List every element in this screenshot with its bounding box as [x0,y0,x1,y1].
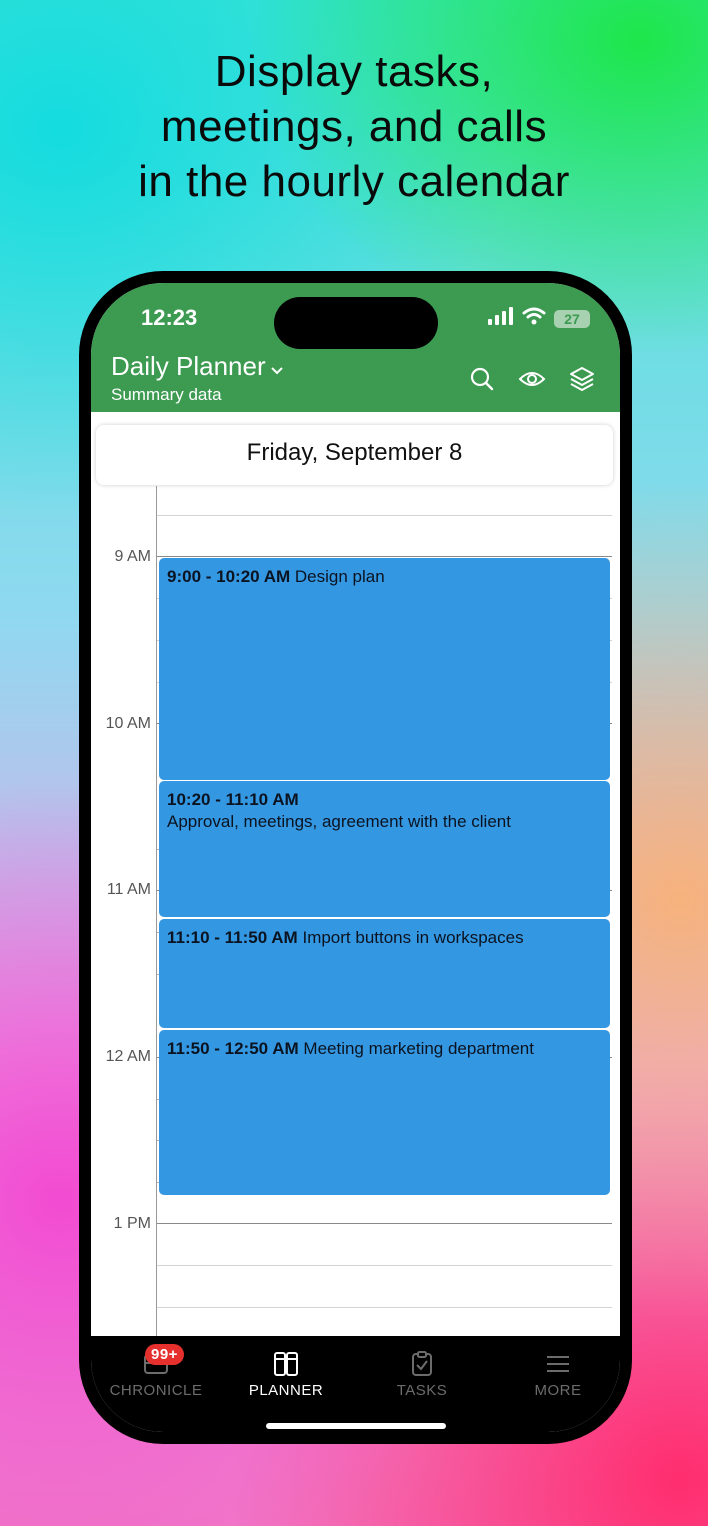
day-title: Friday, September 8 [246,439,463,466]
tab-label: CHRONICLE [109,1382,203,1399]
hour-label: 10 AM [105,715,151,732]
headline-line-2: meetings, and calls [160,102,548,151]
grid-line [157,515,612,516]
toolbar [468,365,596,393]
day-header: Friday, September 8 [96,425,613,485]
hour-label: 12 AM [105,1048,151,1065]
event-time: 11:10 - 11:50 AM [167,928,298,947]
hour-label: 1 PM [113,1215,151,1232]
eye-icon[interactable] [518,365,546,393]
cellular-signal-icon [488,307,514,330]
headline-line-1: Display tasks, [214,47,494,96]
tab-more[interactable]: MORE [493,1350,620,1399]
status-time: 12:23 [141,305,198,330]
time-axis-line [156,486,157,1336]
event-time: 9:00 - 10:20 AM [167,567,291,586]
grid-line [157,1307,612,1308]
calendar-event[interactable]: 11:10 - 11:50 AM Import buttons in works… [159,919,610,1028]
tab-label: TASKS [396,1382,448,1399]
event-title: Approval, meetings, agreement with the c… [167,812,511,831]
hour-line [157,556,612,557]
home-indicator[interactable] [266,1423,446,1429]
search-icon[interactable] [468,365,496,393]
tab-label: MORE [534,1382,582,1399]
calendar-event[interactable]: 10:20 - 11:10 AM Approval, meetings, agr… [159,781,610,917]
notification-badge: 99+ [145,1344,184,1365]
event-title: Meeting marketing department [303,1039,534,1058]
app-bar: 12:23 27 Daily Planner Summary data [91,283,620,412]
layers-icon[interactable] [568,365,596,393]
tab-label: PLANNER [248,1382,324,1399]
event-time: 11:50 - 12:50 AM [167,1039,299,1058]
headline-line-3: in the hourly calendar [138,157,570,206]
phone-frame: 12:23 27 Daily Planner Summary data Frid… [79,271,632,1444]
dynamic-island [274,297,438,349]
chevron-down-icon [270,351,284,382]
hourly-grid[interactable]: 9 AM 10 AM 11 AM 12 AM 1 PM 9:00 - 10:20… [91,486,620,1336]
grid-line [157,1265,612,1266]
app-title: Daily Planner [111,351,266,381]
hour-label: 9 AM [114,548,151,565]
event-title: Import buttons in workspaces [302,928,524,947]
tasks-clipboard-icon [408,1350,436,1378]
tab-tasks[interactable]: TASKS [357,1350,487,1399]
hour-label: 11 AM [106,881,151,898]
phone-screen: 12:23 27 Daily Planner Summary data Frid… [91,283,620,1432]
bottom-tab-bar: 99+ CHRONICLE PLANNER TASKS MORE [91,1336,620,1432]
tab-planner[interactable]: PLANNER [221,1350,351,1399]
hour-line [157,1223,612,1224]
status-icons: 27 [488,307,590,330]
calendar-event[interactable]: 9:00 - 10:20 AM Design plan [159,558,610,780]
planner-icon [272,1350,300,1378]
event-title: Design plan [294,567,385,586]
event-time: 10:20 - 11:10 AM [167,790,299,809]
app-subtitle: Summary data [111,385,222,404]
menu-lines-icon [544,1350,572,1378]
planner-title-dropdown[interactable]: Daily Planner [111,351,284,382]
battery-icon: 27 [554,309,590,328]
wifi-icon [522,307,546,330]
calendar-event[interactable]: 11:50 - 12:50 AM Meeting marketing depar… [159,1030,610,1195]
headline: Display tasks, meetings, and calls in th… [0,44,708,209]
tab-chronicle[interactable]: 99+ CHRONICLE [91,1344,221,1399]
